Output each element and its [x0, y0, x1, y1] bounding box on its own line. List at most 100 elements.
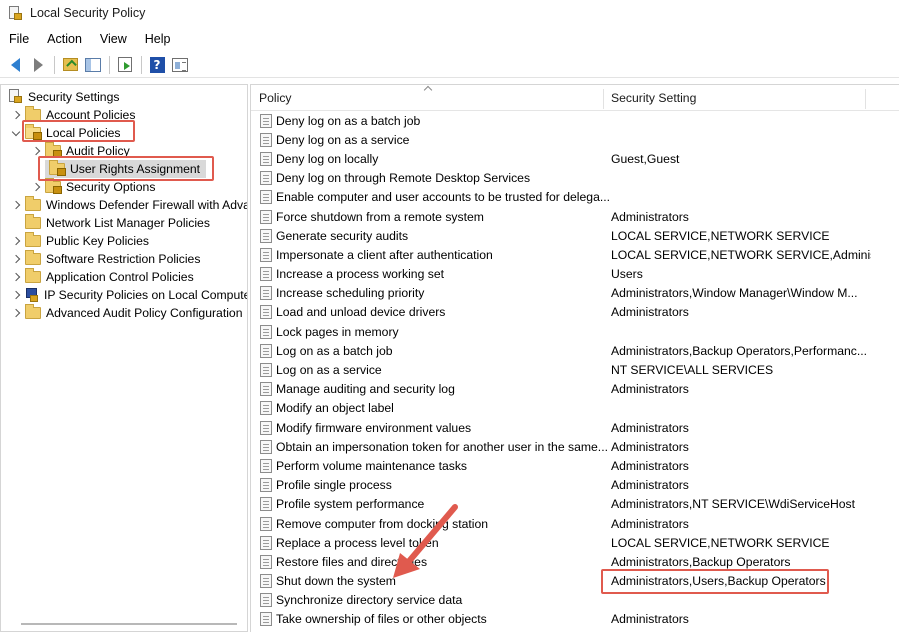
table-row[interactable]: Shut down the system Administrators,Users… [251, 572, 899, 591]
table-row[interactable]: Replace a process level token LOCAL SERVI… [251, 533, 899, 552]
help-button[interactable]: ? [146, 55, 168, 75]
policy-name: Remove computer from docking station [276, 516, 489, 531]
table-row[interactable]: Deny log on as a batch job [251, 111, 899, 130]
forward-button[interactable] [27, 55, 49, 75]
table-row[interactable]: Deny log on as a service [251, 130, 899, 149]
properties-button[interactable] [169, 55, 191, 75]
table-row[interactable]: Modify firmware environment values Admini… [251, 418, 899, 437]
policy-icon [260, 612, 272, 627]
tree-item-public-key-policies[interactable]: Public Key Policies [11, 232, 149, 250]
chevron-right-icon[interactable] [31, 146, 41, 156]
toolbar: ? [0, 52, 899, 78]
toolbar-separator [109, 55, 110, 74]
table-row[interactable]: Log on as a batch job Administrators,Back… [251, 341, 899, 360]
table-row[interactable]: Lock pages in memory [251, 322, 899, 341]
policy-name: Take ownership of files or other objects [276, 612, 487, 627]
policy-icon [260, 286, 272, 301]
tree-item-label: Audit Policy [66, 144, 130, 158]
tree-item-label: Local Policies [46, 126, 121, 140]
policy-setting: Administrators,NT SERVICE\WdiServiceHost [611, 497, 856, 512]
policy-icon [260, 228, 272, 243]
chevron-right-icon[interactable] [11, 290, 21, 300]
back-button[interactable] [4, 55, 26, 75]
tree-item-network-list-manager[interactable]: Network List Manager Policies [25, 214, 210, 232]
menu-view[interactable]: View [95, 32, 132, 46]
table-row[interactable]: Synchronize directory service data [251, 591, 899, 610]
chevron-right-icon[interactable] [11, 110, 21, 120]
policy-list-pane[interactable]: Policy Security Setting Deny log on as a… [250, 84, 899, 632]
policy-setting: Administrators [611, 305, 689, 320]
chevron-right-icon[interactable] [11, 308, 21, 318]
table-row[interactable]: Obtain an impersonation token for anothe… [251, 437, 899, 456]
tree-item-ip-security-policies[interactable]: IP Security Policies on Local Compute [11, 286, 247, 304]
policy-name: Log on as a batch job [276, 343, 393, 358]
menu-file[interactable]: File [4, 32, 34, 46]
ip-security-icon [25, 287, 39, 303]
tree-item-audit-policy[interactable]: Audit Policy [31, 142, 130, 160]
policy-setting: Users [611, 267, 643, 282]
policy-name: Manage auditing and security log [276, 382, 455, 397]
table-row[interactable]: Force shutdown from a remote system Admin… [251, 207, 899, 226]
security-policy-icon [8, 5, 22, 21]
policy-icon [260, 171, 272, 186]
policy-setting: Administrators,Users,Backup Operators [611, 574, 826, 589]
tree-root-security-settings[interactable]: Security Settings [9, 88, 119, 106]
table-row[interactable]: Remove computer from docking station Admi… [251, 514, 899, 533]
policy-icon [260, 382, 272, 397]
table-row[interactable]: Generate security audits LOCAL SERVICE,NE… [251, 226, 899, 245]
table-row[interactable]: Impersonate a client after authenticatio… [251, 245, 899, 264]
tree-pane[interactable]: Security Settings Account Policies Local… [0, 84, 248, 632]
policy-name: Deny log on locally [276, 151, 379, 166]
tree-item-windows-defender-firewall[interactable]: Windows Defender Firewall with Adva [11, 196, 247, 214]
chevron-right-icon[interactable] [11, 272, 21, 282]
show-hide-tree-button[interactable] [82, 55, 104, 75]
chevron-right-icon[interactable] [11, 200, 21, 210]
table-row[interactable]: Increase scheduling priority Administrato… [251, 284, 899, 303]
up-one-level-button[interactable] [59, 55, 81, 75]
chevron-right-icon[interactable] [31, 182, 41, 192]
tree-item-local-policies[interactable]: Local Policies [11, 124, 121, 142]
column-header-security-setting[interactable]: Security Setting [603, 85, 865, 111]
tree-item-application-control[interactable]: Application Control Policies [11, 268, 194, 286]
table-row[interactable]: Deny log on locally Guest,Guest [251, 149, 899, 168]
chevron-right-icon[interactable] [11, 254, 21, 264]
folder-icon [45, 142, 62, 158]
chevron-right-icon[interactable] [11, 236, 21, 246]
tree-item-security-options[interactable]: Security Options [31, 178, 155, 196]
folder-icon [49, 160, 66, 176]
column-divider[interactable] [865, 89, 866, 109]
tree-item-user-rights-assignment[interactable]: User Rights Assignment [45, 160, 207, 178]
table-row[interactable]: Modify an object label [251, 399, 899, 418]
policy-name: Deny log on as a service [276, 132, 410, 147]
table-row[interactable]: Log on as a service NT SERVICE\ALL SERVIC… [251, 360, 899, 379]
table-row[interactable]: Manage auditing and security log Administ… [251, 380, 899, 399]
policy-name: Deny log on as a batch job [276, 113, 421, 128]
folder-icon [25, 196, 41, 211]
table-row[interactable]: Deny log on through Remote Desktop Servi… [251, 169, 899, 188]
table-row[interactable]: Profile system performance Administrators… [251, 495, 899, 514]
table-row[interactable]: Take ownership of files or other objects… [251, 610, 899, 629]
chevron-down-icon[interactable] [11, 128, 21, 138]
policy-name: Modify an object label [276, 401, 394, 416]
table-row[interactable]: Profile single process Administrators [251, 476, 899, 495]
policy-name: Lock pages in memory [276, 324, 399, 339]
column-header-policy[interactable]: Policy [251, 85, 603, 111]
folder-icon [25, 268, 41, 283]
title-bar: Local Security Policy [0, 0, 899, 26]
policy-setting: Administrators [611, 382, 689, 397]
table-row[interactable]: Enable computer and user accounts to be … [251, 188, 899, 207]
menu-action[interactable]: Action [42, 32, 87, 46]
horizontal-scrollbar[interactable] [21, 623, 237, 625]
tree-item-advanced-audit[interactable]: Advanced Audit Policy Configuration [11, 304, 242, 322]
table-row[interactable]: Load and unload device drivers Administra… [251, 303, 899, 322]
table-row[interactable]: Restore files and directories Administrat… [251, 552, 899, 571]
policy-name: Shut down the system [276, 574, 396, 589]
export-list-button[interactable] [114, 55, 136, 75]
policy-setting: Administrators [611, 420, 689, 435]
tree-item-software-restriction[interactable]: Software Restriction Policies [11, 250, 200, 268]
menu-help[interactable]: Help [140, 32, 176, 46]
table-row[interactable]: Increase a process working set Users [251, 265, 899, 284]
table-row[interactable]: Perform volume maintenance tasks Administ… [251, 456, 899, 475]
tree-item-account-policies[interactable]: Account Policies [11, 106, 135, 124]
tree-item-label: Security Settings [28, 90, 120, 104]
